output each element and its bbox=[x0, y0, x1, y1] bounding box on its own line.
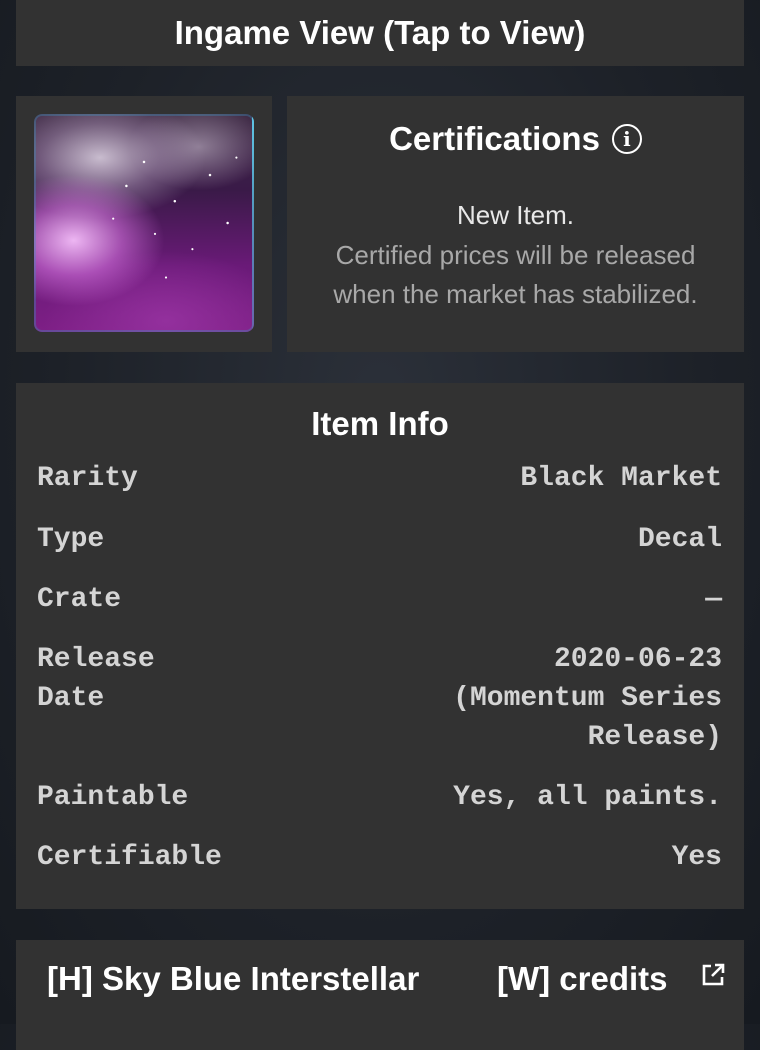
crate-label: Crate bbox=[37, 584, 122, 615]
item-info-title: Item Info bbox=[311, 405, 449, 442]
crate-value: — bbox=[705, 584, 722, 615]
type-label: Type bbox=[37, 524, 105, 555]
certifications-status: New Item. bbox=[456, 200, 575, 230]
rarity-value: Black Market bbox=[520, 463, 722, 494]
trade-listing-panel[interactable]: [H] Sky Blue Interstellar [W] credits bbox=[16, 940, 744, 1050]
paintable-value: Yes, all paints. bbox=[453, 782, 722, 813]
release-date-value: 2020-06-23 (Momentum Series Release) bbox=[453, 644, 722, 753]
paintable-label: Paintable bbox=[37, 782, 189, 813]
item-info-panel: Item Info Rarity Black Market Type Decal… bbox=[16, 383, 744, 909]
certifications-description: Certified prices will be released when t… bbox=[333, 240, 698, 309]
rarity-label: Rarity bbox=[37, 463, 138, 494]
external-link-icon[interactable] bbox=[700, 962, 726, 988]
release-date-label: Release Date bbox=[37, 644, 155, 714]
ingame-view-button[interactable]: Ingame View (Tap to View) bbox=[16, 0, 744, 66]
trade-want-text: [W] credits bbox=[497, 960, 668, 997]
certifications-panel: Certifications i New Item. Certified pri… bbox=[287, 96, 744, 352]
certifications-header: Certifications i bbox=[287, 120, 744, 158]
type-value: Decal bbox=[637, 524, 722, 555]
info-icon[interactable]: i bbox=[611, 124, 642, 154]
certifications-title: Certifications bbox=[389, 120, 600, 157]
certifiable-label: Certifiable bbox=[37, 842, 222, 873]
trade-have-text: [H] Sky Blue Interstellar bbox=[47, 960, 420, 997]
certifiable-value: Yes bbox=[671, 842, 722, 873]
item-thumbnail-panel bbox=[16, 96, 272, 352]
item-image[interactable] bbox=[34, 114, 254, 332]
ingame-view-label: Ingame View (Tap to View) bbox=[174, 14, 586, 51]
